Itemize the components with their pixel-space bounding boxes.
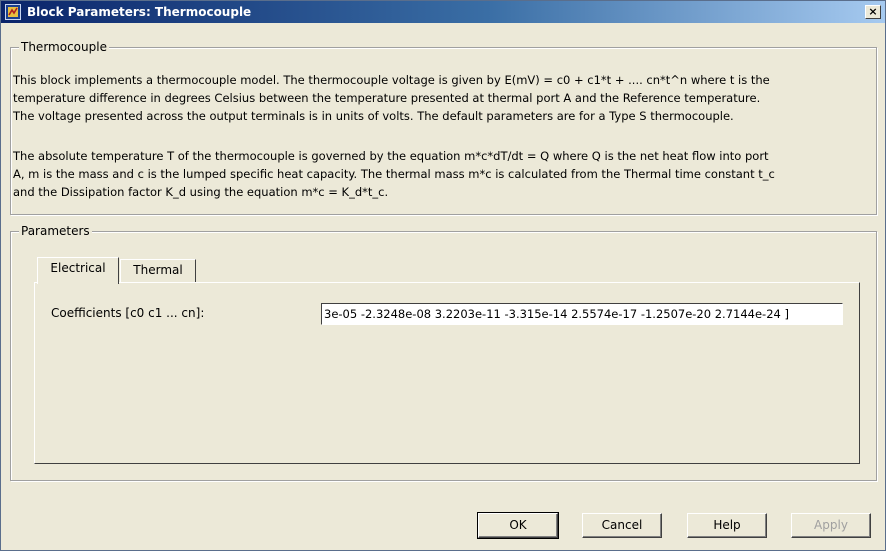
description-line: This block implements a thermocouple mod…: [13, 73, 770, 87]
title-bar[interactable]: Block Parameters: Thermocouple ×: [1, 1, 885, 23]
coefficients-label: Coefficients [c0 c1 ... cn]:: [51, 306, 205, 320]
coefficients-input-value: 3e-05 -2.3248e-08 3.2203e-11 -3.315e-14 …: [324, 307, 789, 321]
description-line: temperature difference in degrees Celsiu…: [13, 91, 761, 105]
window-title: Block Parameters: Thermocouple: [27, 5, 252, 19]
ok-button[interactable]: OK: [477, 512, 559, 539]
description-paragraph-1: This block implements a thermocouple mod…: [13, 71, 853, 125]
description-paragraph-2: The absolute temperature T of the thermo…: [13, 147, 853, 201]
coefficients-input[interactable]: 3e-05 -2.3248e-08 3.2203e-11 -3.315e-14 …: [321, 303, 843, 325]
description-line: A, m is the mass and c is the lumped spe…: [13, 167, 775, 181]
tab-electrical[interactable]: Electrical: [37, 257, 119, 284]
help-button[interactable]: Help: [687, 513, 767, 538]
simulink-block-icon: [5, 4, 21, 20]
tab-thermal[interactable]: Thermal: [120, 259, 196, 283]
description-line: The absolute temperature T of the thermo…: [13, 149, 769, 163]
close-button[interactable]: ×: [865, 5, 881, 19]
cancel-button[interactable]: Cancel: [582, 513, 662, 538]
description-group-legend: Thermocouple: [19, 40, 109, 54]
parameters-group-legend: Parameters: [19, 224, 92, 238]
apply-button[interactable]: Apply: [791, 513, 871, 538]
description-line: and the Dissipation factor K_d using the…: [13, 185, 389, 199]
description-line: The voltage presented across the output …: [13, 109, 734, 123]
dialog-window: Block Parameters: Thermocouple × Thermoc…: [0, 0, 886, 551]
